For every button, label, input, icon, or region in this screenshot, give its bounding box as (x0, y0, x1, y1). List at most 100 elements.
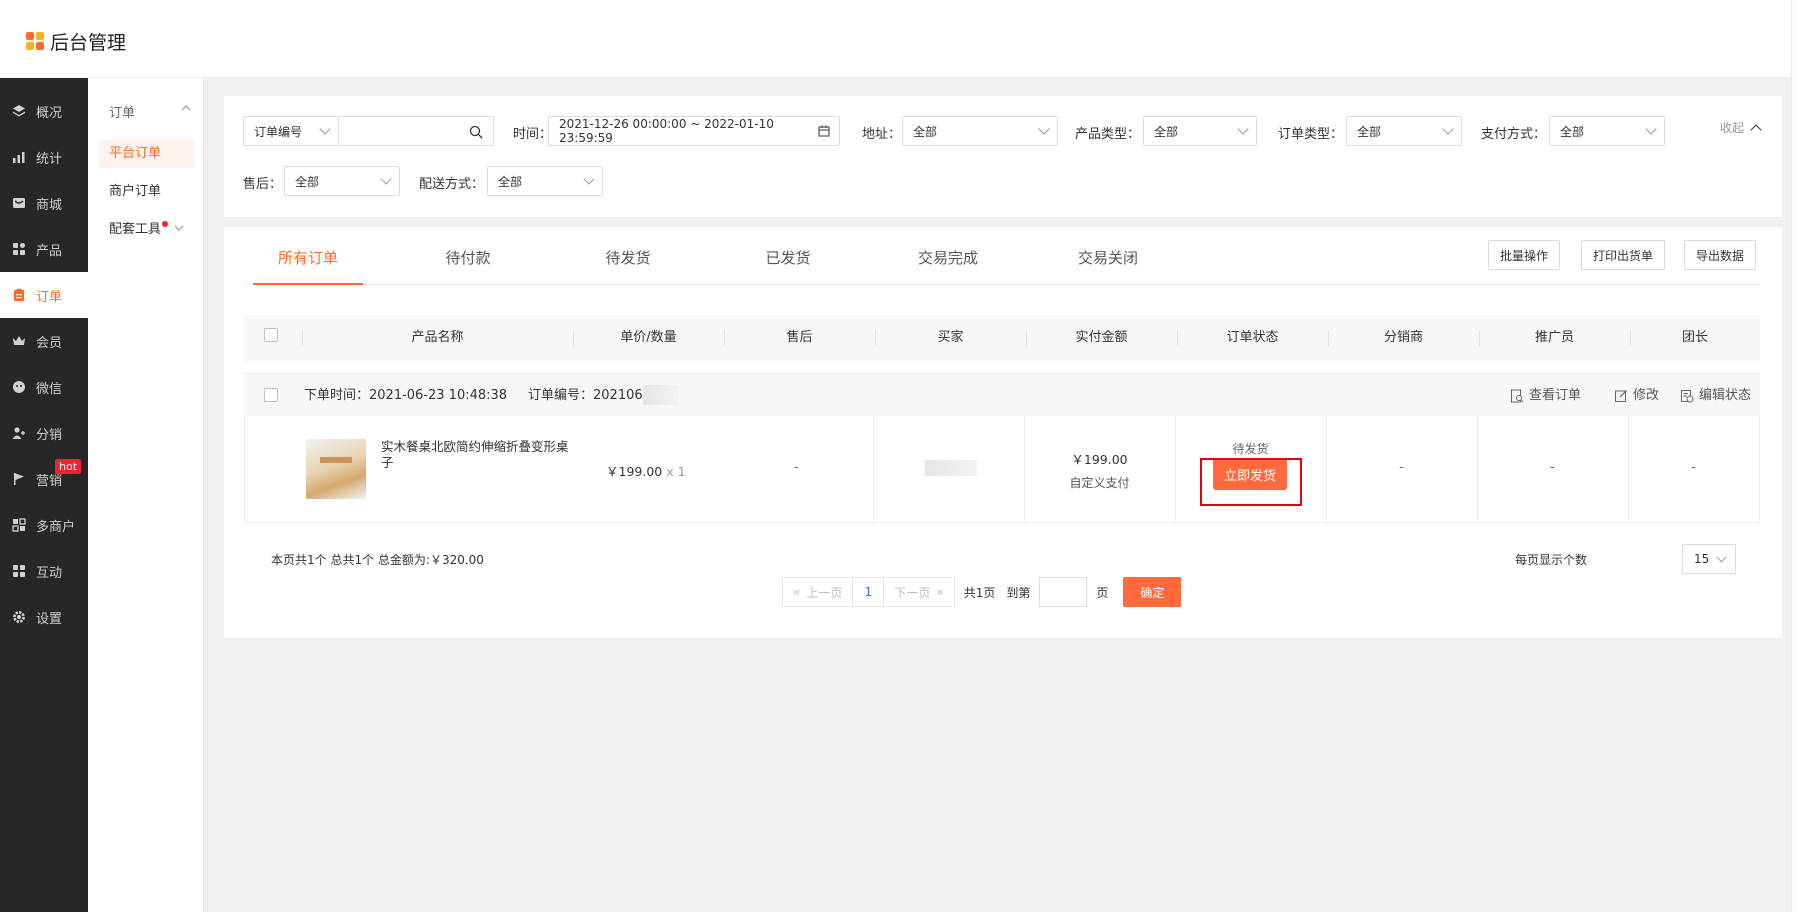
edit-icon (1615, 389, 1627, 402)
edit-status-icon (1681, 389, 1694, 402)
page-number-1[interactable]: 1 (853, 577, 884, 607)
order-type-select[interactable]: 全部 (1346, 116, 1462, 146)
view-order-label: 查看订单 (1529, 388, 1582, 403)
logo-icon (26, 32, 45, 51)
chevron-down-icon (1038, 123, 1050, 135)
chart-icon (11, 150, 26, 165)
ship-button-highlight (1200, 458, 1302, 506)
product-type-select[interactable]: 全部 (1143, 116, 1257, 146)
sidebar-item-members[interactable]: 会员 (0, 318, 88, 364)
sidebar-item-label: 概况 (36, 105, 63, 121)
page-scrollbar[interactable] (1791, 0, 1797, 912)
sub-group-header[interactable]: 订单 (109, 102, 191, 121)
tab-closed[interactable]: 交易关闭 (1053, 247, 1163, 285)
col-price-qty: 单价/数量 (620, 330, 677, 345)
paid-amount: ￥199.00 (1071, 452, 1128, 467)
layers-icon (11, 104, 26, 119)
chevron-down-icon (1716, 552, 1727, 563)
next-page-button[interactable]: 下一页 » (883, 577, 955, 607)
chevron-down-icon (380, 173, 392, 185)
chevron-down-icon (583, 173, 595, 185)
chevron-down-icon (174, 225, 184, 231)
after-sale-select[interactable]: 全部 (284, 166, 400, 196)
print-invoice-button[interactable]: 打印出货单 (1581, 240, 1666, 270)
collapse-filters-button[interactable]: 收起 (1720, 119, 1762, 136)
chevron-down-icon (1645, 123, 1657, 135)
sidebar-item-label: 多商户 (36, 519, 76, 535)
sidebar-item-overview[interactable]: 概况 (0, 88, 88, 134)
order-type-label: 订单类型： (1278, 127, 1344, 142)
sidebar-item-settings[interactable]: 设置 (0, 594, 88, 640)
redacted-buyer (925, 460, 977, 476)
product-image[interactable] (306, 439, 366, 499)
main-sidebar: 概况 统计 商城 产品 订单 会员 微信 分销 hot 营销 多商户 互动 设置 (0, 78, 88, 912)
delivery-select[interactable]: 全部 (487, 166, 603, 196)
address-select[interactable]: 全部 (902, 116, 1058, 146)
sub-group-label: 订单 (109, 106, 136, 121)
view-order-icon (1511, 389, 1524, 402)
select-value: 全部 (1154, 124, 1179, 139)
batch-operation-button[interactable]: 批量操作 (1488, 240, 1561, 270)
sidebar-item-distribution[interactable]: 分销 (0, 410, 88, 456)
edit-order-link[interactable]: 修改 (1614, 374, 1659, 417)
sidebar-item-wechat[interactable]: 微信 (0, 364, 88, 410)
edit-status-link[interactable]: 编辑状态 (1680, 374, 1751, 417)
chevron-down-icon (319, 123, 331, 135)
order-checkbox[interactable] (264, 388, 278, 402)
view-order-link[interactable]: 查看订单 (1510, 374, 1581, 417)
top-header: 后台管理 (0, 0, 1797, 78)
select-all-checkbox[interactable] (264, 328, 278, 342)
sidebar-item-label: 会员 (36, 335, 63, 351)
sidebar-item-store[interactable]: 商城 (0, 180, 88, 226)
sidebar-item-orders[interactable]: 订单 (0, 272, 88, 318)
per-page-select[interactable]: 15 (1682, 544, 1736, 574)
double-chevron-left-icon: « (793, 585, 801, 599)
sub-item-merchant-orders[interactable]: 商户订单 (99, 178, 194, 206)
col-after-sale: 售后 (786, 330, 813, 345)
sidebar-item-stats[interactable]: 统计 (0, 134, 88, 180)
payment-select[interactable]: 全部 (1549, 116, 1665, 146)
time-range-picker[interactable]: 2021-12-26 00:00:00 ~ 2022-01-10 23:59:5… (548, 116, 840, 146)
search-input[interactable] (339, 116, 494, 146)
tab-pending-payment[interactable]: 待付款 (413, 247, 523, 285)
sub-item-platform-orders[interactable]: 平台订单 (99, 140, 194, 168)
sub-item-tools[interactable]: 配套工具 (99, 216, 194, 244)
col-paid-amount: 实付金额 (1075, 330, 1128, 345)
col-distributor: 分销商 (1383, 330, 1423, 345)
sidebar-item-interaction[interactable]: 互动 (0, 548, 88, 594)
shop-icon (11, 518, 26, 533)
sidebar-item-marketing[interactable]: hot 营销 (0, 456, 88, 502)
edit-status-label: 编辑状态 (1699, 388, 1752, 403)
prev-label: 上一页 (806, 585, 843, 600)
tab-pending-shipment[interactable]: 待发货 (573, 247, 683, 285)
chevron-up-icon (181, 102, 191, 121)
order-group-header: 下单时间：2021-06-23 10:48:38 订单编号：202106 查看订… (244, 373, 1760, 416)
col-order-status: 订单状态 (1226, 330, 1279, 345)
app-logo[interactable]: 后台管理 (26, 28, 126, 55)
unit-price: ￥199.00 x 1 (606, 461, 686, 480)
sidebar-item-products[interactable]: 产品 (0, 226, 88, 272)
goto-page-input[interactable] (1039, 577, 1088, 607)
sidebar-item-label: 订单 (36, 289, 63, 305)
tab-all-orders[interactable]: 所有订单 (253, 247, 363, 285)
per-page-label: 每页显示个数 (1514, 553, 1587, 567)
col-promoter: 推广员 (1534, 330, 1574, 345)
sidebar-item-merchants[interactable]: 多商户 (0, 502, 88, 548)
users-icon (11, 426, 26, 441)
total-pages: 共1页 (963, 585, 996, 600)
tab-shipped[interactable]: 已发货 (733, 247, 843, 285)
chevron-down-icon (1237, 123, 1249, 135)
edit-order-label: 修改 (1633, 388, 1660, 403)
page-unit-label: 页 (1096, 585, 1109, 600)
time-range-value: 2021-12-26 00:00:00 ~ 2022-01-10 23:59:5… (559, 117, 774, 145)
crown-icon (11, 334, 26, 349)
order-no-select[interactable]: 订单编号 (243, 116, 339, 146)
payment-label: 支付方式： (1481, 127, 1547, 142)
goto-confirm-button[interactable]: 确定 (1123, 577, 1182, 607)
export-data-button[interactable]: 导出数据 (1684, 240, 1757, 270)
tab-completed[interactable]: 交易完成 (893, 247, 1003, 285)
prev-page-button[interactable]: « 上一页 (782, 577, 854, 607)
sidebar-item-label: 微信 (36, 381, 63, 397)
col-buyer: 买家 (937, 330, 964, 345)
product-name[interactable]: 实木餐桌北欧简约伸缩折叠变形桌子 (381, 439, 571, 471)
